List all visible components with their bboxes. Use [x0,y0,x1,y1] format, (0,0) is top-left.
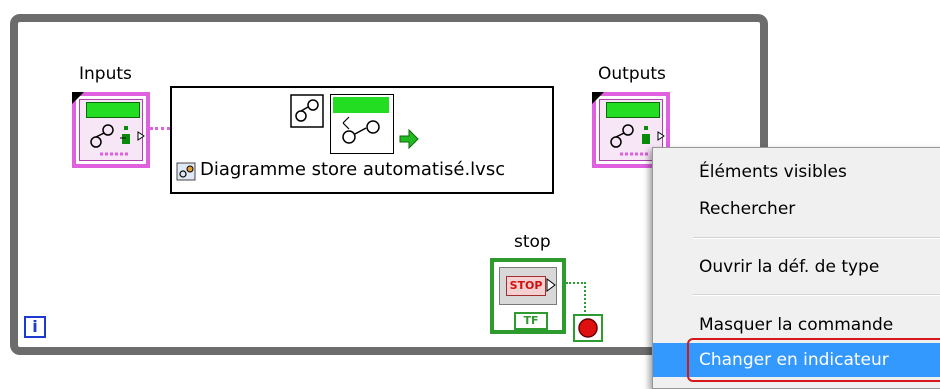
stop-label: stop [514,232,551,252]
inputs-terminal[interactable] [72,92,150,168]
output-arrow-icon [546,278,556,292]
state-indicator-bar [606,102,660,118]
menu-item-find[interactable]: Rechercher [653,192,940,226]
menu-item-open-typedef[interactable]: Ouvrir la déf. de type [653,250,940,284]
iteration-terminal[interactable]: i [24,316,46,338]
menu-item-hide-control[interactable]: Masquer la commande [653,308,940,342]
state-transition-icon [342,116,380,144]
outputs-label: Outputs [598,64,666,84]
statechart-run-icon [330,94,394,154]
labview-file-icon [176,162,196,181]
arrow-right-icon [399,128,419,150]
loop-condition-terminal[interactable] [573,314,603,342]
state-indicator-bar [86,102,140,118]
terminal-corner-marker [72,92,84,104]
context-menu[interactable]: Éléments visibles Rechercher Ouvrir la d… [652,147,940,389]
subvi-caption: Diagramme store automatisé.lvsc [200,159,506,180]
terminal-corner-marker [592,92,604,104]
highlight-outline [687,338,940,382]
menu-separator [693,237,940,239]
statechart-icon [90,124,145,156]
menu-separator [693,294,940,296]
boolean-wire[interactable] [566,282,586,312]
inputs-label: Inputs [79,64,132,84]
stop-if-true-icon [578,318,598,338]
menu-item-visible-items[interactable]: Éléments visibles [653,155,940,189]
stop-button: STOP [506,276,546,296]
iteration-terminal-label: i [32,317,38,336]
stop-button-frame: STOP [499,267,557,305]
boolean-type-label: TF [514,312,548,330]
statechart-small-icon [290,94,324,128]
stop-control-terminal[interactable]: STOP TF [490,258,566,334]
cluster-wire-inputs[interactable] [150,127,170,130]
statechart-subvi[interactable]: Diagramme store automatisé.lvsc [170,86,554,194]
